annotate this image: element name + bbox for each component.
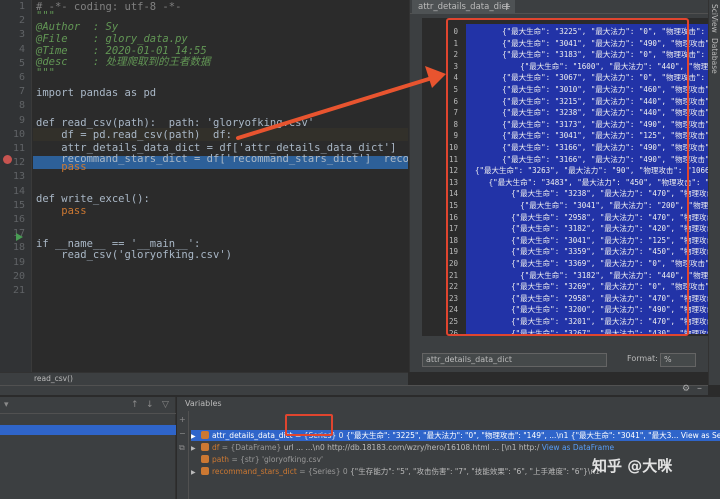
variables-title: Variables: [185, 399, 222, 408]
code-line[interactable]: df = pd.read_csv(path) df:: [36, 128, 232, 142]
variable-icon: [201, 443, 209, 451]
line-number: 10: [12, 128, 25, 140]
line-number: 2: [18, 15, 25, 27]
variable-name: attr_details_data_dict: [212, 431, 293, 440]
variable-type: = {DataFrame}: [221, 443, 282, 452]
dropdown-icon[interactable]: ▾: [4, 400, 9, 410]
breakpoint-icon[interactable]: [3, 155, 12, 164]
line-number: 15: [12, 199, 25, 211]
highlight-box-grid: [446, 18, 689, 336]
code-line[interactable]: recommand_stars_dict = df['recommand_sta…: [36, 152, 408, 166]
format-input[interactable]: %: [660, 353, 696, 367]
filter-icon[interactable]: ▽: [162, 400, 169, 410]
variable-type: = {Series} 0: [299, 467, 348, 476]
variable-icon: [201, 455, 209, 463]
line-number: 7: [18, 86, 25, 98]
highlight-box-series: [285, 414, 333, 436]
code-line[interactable]: """: [36, 66, 55, 80]
add-tab-icon[interactable]: +: [502, 0, 511, 13]
variables-toolbar: + − ⧉: [177, 411, 189, 499]
expand-icon[interactable]: ▶: [191, 431, 201, 441]
viewer-bottom-bar: attr_details_data_dict Format: %: [410, 351, 709, 372]
line-number: 3: [18, 29, 25, 41]
line-number: 5: [18, 57, 25, 69]
viewer-tab[interactable]: attr_details_data_dict: [412, 0, 516, 14]
arrow-up-icon[interactable]: ↑: [131, 400, 139, 410]
line-number: 18: [12, 242, 25, 254]
code-line[interactable]: @desc : 处理爬取到的王者数据: [36, 55, 211, 69]
expand-icon[interactable]: ▶: [191, 443, 201, 453]
line-number: 20: [12, 270, 25, 282]
line-number: 13: [12, 171, 25, 183]
view-as-link[interactable]: View as DataFrame: [542, 443, 614, 452]
run-gutter-icon[interactable]: [16, 233, 23, 241]
line-number: 4: [18, 43, 25, 55]
line-number: 11: [12, 143, 25, 154]
editor-gutter: 1 2 3 4 5 6 7 8 9 10 11 12 13 14 15 16 17 18 19 20 21: [0, 0, 32, 372]
viewer-tab-bar: attr_details_data_dict +: [410, 0, 709, 14]
selected-frame[interactable]: [0, 425, 176, 435]
code-line[interactable]: pass: [36, 204, 86, 218]
line-number: 6: [18, 72, 25, 83]
line-number: 14: [12, 185, 25, 197]
code-line[interactable]: # -*- coding: utf-8 -*-: [36, 0, 181, 14]
frames-toolbar: ↑ ↓ ▽ ▾: [0, 397, 176, 414]
variable-value: {"最大生命": "3225", "最大法力": "0", "物理攻击": "1…: [345, 431, 679, 440]
copy-icon[interactable]: ⧉: [179, 443, 185, 453]
line-number: 19: [12, 256, 25, 268]
watermark: 知乎 @大咪: [592, 457, 673, 475]
variable-icon: [201, 467, 209, 475]
debug-toolbar: [0, 385, 708, 395]
line-number: 16: [12, 214, 25, 225]
line-number: 21: [12, 285, 25, 296]
expand-icon[interactable]: ▶: [191, 467, 201, 477]
variable-icon: [201, 431, 209, 439]
breadcrumb-item[interactable]: read_csv(): [34, 374, 73, 383]
variable-value: url ... ...\n0 http://db.18183.com/wzry/…: [283, 443, 540, 452]
remove-watch-icon[interactable]: −: [179, 429, 186, 438]
expression-input[interactable]: attr_details_data_dict: [422, 353, 607, 367]
minimize-icon[interactable]: –: [697, 383, 702, 394]
database-tab[interactable]: Database: [710, 38, 719, 74]
variable-value: {"生存能力": "5", "攻击伤害": "7", "技能效果": "6", …: [350, 467, 600, 476]
variable-name: recommand_stars_dict: [212, 467, 297, 476]
variable-row[interactable]: ▶ attr_details_data_dict = {Series} 0 {"最…: [191, 430, 720, 441]
gear-icon[interactable]: ⚙: [682, 384, 690, 394]
variable-type: = {str} 'gloryofking.csv': [231, 455, 324, 464]
format-label: Format:: [627, 354, 658, 363]
variable-row[interactable]: ▶ df = {DataFrame} url ... ...\n0 http://…: [191, 442, 720, 453]
code-line[interactable]: import pandas as pd: [36, 86, 156, 100]
right-tool-strip: SciView Database: [708, 0, 720, 385]
line-number: 1: [18, 1, 25, 12]
code-line[interactable]: read_csv('gloryofking.csv'): [36, 248, 232, 262]
variables-pane: Variables + − ⧉ ▶ attr_details_data_dict …: [177, 397, 720, 499]
add-watch-icon[interactable]: +: [179, 415, 186, 424]
sciview-tab[interactable]: SciView: [710, 4, 719, 33]
variable-name: path: [212, 455, 230, 464]
view-as-link[interactable]: View as Series: [681, 431, 720, 440]
code-line[interactable]: pass: [36, 160, 86, 174]
line-number: 9: [18, 114, 25, 126]
arrow-down-icon[interactable]: ↓: [146, 400, 154, 410]
frames-pane: ↑ ↓ ▽ ▾: [0, 397, 176, 499]
breadcrumb[interactable]: read_csv(): [0, 372, 408, 385]
code-editor[interactable]: # -*- coding: utf-8 -*- """ @Author : Sy @F…: [33, 0, 408, 372]
line-number: 8: [18, 100, 25, 112]
variable-name: df: [212, 443, 220, 452]
